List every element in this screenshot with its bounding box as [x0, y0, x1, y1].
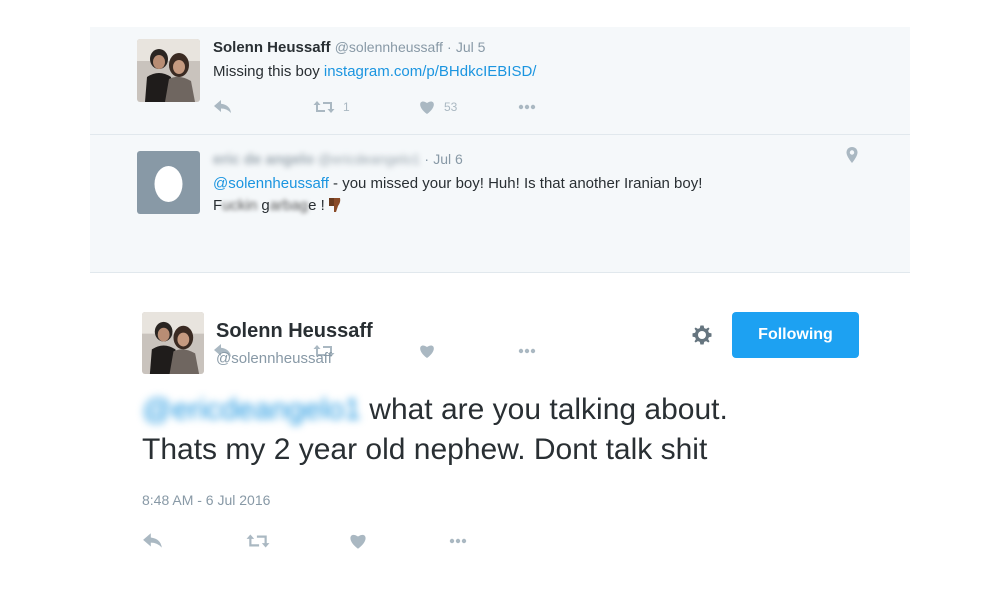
avatar[interactable]	[142, 312, 204, 374]
more-button[interactable]	[448, 538, 468, 544]
tweet-text: @solennheussaff - you missed your boy! H…	[213, 173, 702, 217]
default-avatar[interactable]	[137, 151, 200, 214]
tweet-body-line2: Thats my 2 year old nephew. Dont talk sh…	[142, 433, 708, 466]
gear-icon[interactable]	[690, 323, 714, 352]
reply-icon	[142, 532, 164, 550]
location-pin-icon[interactable]	[846, 147, 858, 168]
retweet-button[interactable]: 1	[313, 99, 418, 115]
tweet-actions: 1 53	[213, 97, 536, 117]
tweet-body-part: g	[257, 197, 270, 214]
tweet-body-line1: - you missed your boy! Huh! Is that anot…	[328, 175, 703, 192]
more-button[interactable]	[518, 104, 536, 110]
tweet-body-part: e !	[308, 197, 325, 214]
tweet-text: @ericdeangelo1 what are you talking abou…	[142, 390, 882, 470]
thread-tweet-2[interactable]: eric de angelo @ericdeangelo1 · Jul 6 @s…	[90, 135, 910, 358]
retweet-icon	[246, 532, 270, 550]
tweet-header: Solenn Heussaff @solennheussaff · Jul 5	[213, 39, 485, 56]
author-name[interactable]: Solenn Heussaff	[213, 39, 331, 56]
tweet-date[interactable]: Jul 5	[456, 39, 486, 55]
reply-icon	[213, 99, 233, 115]
thread-tweet-1[interactable]: Solenn Heussaff @solennheussaff · Jul 5 …	[90, 27, 910, 135]
tweet-header: eric de angelo @ericdeangelo1 · Jul 6	[213, 151, 463, 168]
reply-button[interactable]	[213, 99, 313, 115]
like-button[interactable]: 53	[418, 99, 518, 115]
mention-link[interactable]: @ericdeangelo1	[142, 393, 361, 426]
tweet-body-line1: what are you talking about.	[360, 393, 728, 426]
censored-word: arbag	[269, 197, 309, 214]
author-handle[interactable]: @ericdeangelo1	[318, 151, 420, 167]
avatar[interactable]	[137, 39, 200, 102]
tweet-actions	[142, 532, 468, 550]
tweet-text: Missing this boy instagram.com/p/BHdkcIE…	[213, 61, 536, 83]
more-dots-icon	[518, 104, 536, 110]
retweet-count: 1	[343, 100, 350, 114]
author-name[interactable]: eric de angelo	[213, 151, 314, 168]
reply-thread: Solenn Heussaff @solennheussaff · Jul 5 …	[90, 27, 910, 358]
tweet-date[interactable]: Jul 6	[433, 151, 463, 167]
retweet-button[interactable]	[246, 532, 348, 550]
heart-icon	[418, 99, 436, 115]
tweet-timestamp[interactable]: 8:48 AM - 6 Jul 2016	[142, 492, 270, 508]
censored-word: uckin	[222, 197, 258, 214]
tweet-body: Missing this boy	[213, 63, 324, 80]
retweet-icon	[313, 99, 335, 115]
tweet-body-part: F	[213, 197, 223, 214]
following-button[interactable]: Following	[732, 312, 859, 358]
heart-icon	[348, 532, 368, 550]
reply-button[interactable]	[142, 532, 246, 550]
tweet-link[interactable]: instagram.com/p/BHdkcIEBISD/	[324, 63, 537, 80]
thumbs-down-emoji-icon	[328, 197, 341, 212]
more-dots-icon	[448, 538, 468, 544]
like-count: 53	[444, 100, 458, 114]
mention-link[interactable]: @solennheussaff	[213, 175, 329, 192]
main-tweet: Solenn Heussaff @solennheussaff Followin…	[90, 290, 910, 590]
like-button[interactable]	[348, 532, 448, 550]
separator: ·	[424, 151, 430, 167]
author-handle[interactable]: @solennheussaff	[216, 350, 332, 367]
author-handle[interactable]: @solennheussaff	[335, 39, 443, 55]
author-name[interactable]: Solenn Heussaff	[216, 320, 373, 343]
separator: ·	[447, 39, 452, 55]
